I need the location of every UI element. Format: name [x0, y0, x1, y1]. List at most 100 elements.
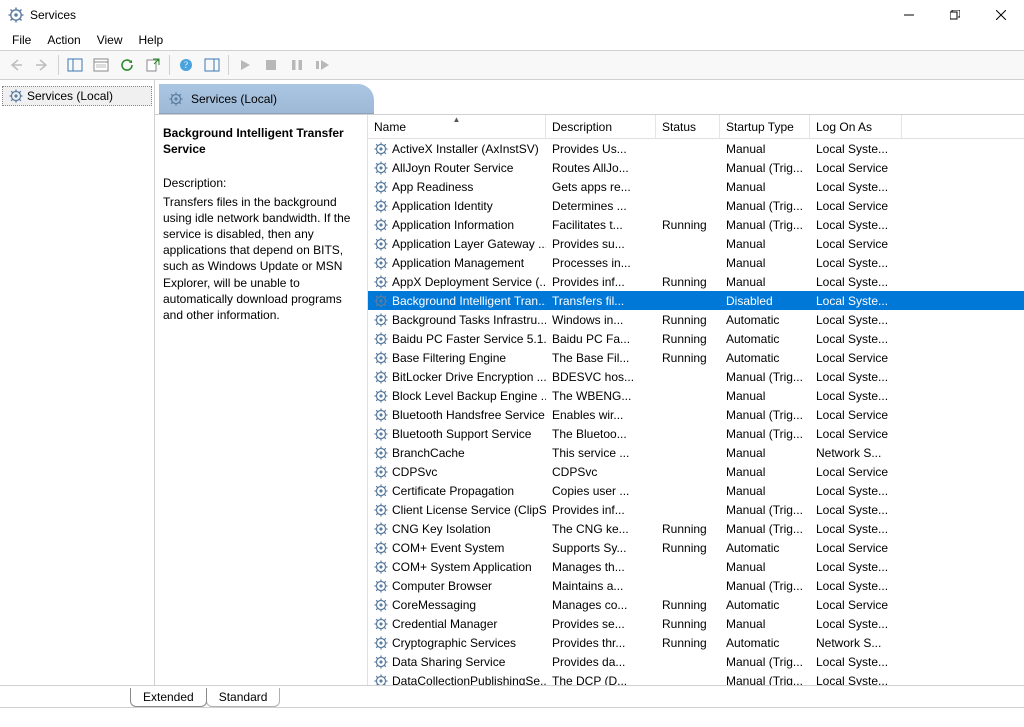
pause-service-button[interactable]	[285, 53, 309, 77]
service-row[interactable]: Computer Browser Maintains a... Manual (…	[368, 576, 1024, 595]
service-name: BitLocker Drive Encryption ...	[392, 370, 546, 384]
column-logon[interactable]: Log On As	[810, 115, 902, 138]
app-icon	[8, 7, 24, 23]
cell-startup: Automatic	[720, 598, 810, 612]
tab-standard[interactable]: Standard	[206, 688, 281, 707]
sort-ascending-icon: ▲	[453, 115, 461, 124]
service-icon	[374, 484, 388, 498]
stop-service-button[interactable]	[259, 53, 283, 77]
services-list-body[interactable]: ActiveX Installer (AxInstSV) Provides Us…	[368, 139, 1024, 685]
cell-startup: Manual (Trig...	[720, 408, 810, 422]
service-icon	[374, 199, 388, 213]
close-button[interactable]	[978, 0, 1024, 30]
toolbar-separator	[169, 55, 170, 75]
column-status[interactable]: Status	[656, 115, 720, 138]
service-icon	[374, 313, 388, 327]
export-list-button[interactable]	[141, 53, 165, 77]
cell-logon: Local Service	[810, 408, 902, 422]
service-row[interactable]: AppX Deployment Service (... Provides in…	[368, 272, 1024, 291]
menu-help[interactable]: Help	[131, 30, 172, 50]
help-button[interactable]: ?	[174, 53, 198, 77]
show-hide-console-tree-button[interactable]	[63, 53, 87, 77]
service-row[interactable]: Bluetooth Handsfree Service Enables wir.…	[368, 405, 1024, 424]
cell-logon: Local Syste...	[810, 142, 902, 156]
nav-forward-button[interactable]	[30, 53, 54, 77]
pause-icon	[292, 60, 302, 70]
cell-logon: Local Service	[810, 199, 902, 213]
cell-name: Computer Browser	[368, 579, 546, 593]
cell-logon: Local Syste...	[810, 275, 902, 289]
cell-description: Baidu PC Fa...	[546, 332, 656, 346]
nav-back-button[interactable]	[4, 53, 28, 77]
service-icon	[374, 446, 388, 460]
service-row[interactable]: Baidu PC Faster Service 5.1.... Baidu PC…	[368, 329, 1024, 348]
service-row[interactable]: CoreMessaging Manages co... Running Auto…	[368, 595, 1024, 614]
service-row[interactable]: AllJoyn Router Service Routes AllJo... M…	[368, 158, 1024, 177]
service-icon	[374, 465, 388, 479]
service-row[interactable]: Application Information Facilitates t...…	[368, 215, 1024, 234]
cell-status: Running	[656, 541, 720, 555]
service-icon	[374, 332, 388, 346]
maximize-restore-button[interactable]	[932, 0, 978, 30]
service-row[interactable]: Application Identity Determines ... Manu…	[368, 196, 1024, 215]
service-icon	[374, 256, 388, 270]
console-tree: Services (Local)	[0, 80, 155, 685]
service-row[interactable]: COM+ System Application Manages th... Ma…	[368, 557, 1024, 576]
cell-description: Transfers fil...	[546, 294, 656, 308]
cell-logon: Network S...	[810, 446, 902, 460]
service-row[interactable]: BitLocker Drive Encryption ... BDESVC ho…	[368, 367, 1024, 386]
service-row[interactable]: Credential Manager Provides se... Runnin…	[368, 614, 1024, 633]
service-name: Application Identity	[392, 199, 493, 213]
service-row[interactable]: Application Layer Gateway ... Provides s…	[368, 234, 1024, 253]
service-row[interactable]: Block Level Backup Engine ... The WBENG.…	[368, 386, 1024, 405]
toolbar-separator	[228, 55, 229, 75]
service-row[interactable]: Background Tasks Infrastru... Windows in…	[368, 310, 1024, 329]
toolbar: ?	[0, 50, 1024, 80]
service-row[interactable]: Application Management Processes in... M…	[368, 253, 1024, 272]
service-row[interactable]: DataCollectionPublishingSe... The DCP (D…	[368, 671, 1024, 685]
service-row[interactable]: Certificate Propagation Copies user ... …	[368, 481, 1024, 500]
menu-action[interactable]: Action	[39, 30, 88, 50]
cell-name: Application Information	[368, 218, 546, 232]
cell-description: Provides Us...	[546, 142, 656, 156]
tree-root-item[interactable]: Services (Local)	[2, 86, 152, 106]
minimize-button[interactable]	[886, 0, 932, 30]
service-row[interactable]: Base Filtering Engine The Base Fil... Ru…	[368, 348, 1024, 367]
tab-extended[interactable]: Extended	[130, 688, 207, 707]
service-row[interactable]: Bluetooth Support Service The Bluetoo...…	[368, 424, 1024, 443]
service-row[interactable]: CDPSvc CDPSvc Manual Local Service	[368, 462, 1024, 481]
refresh-button[interactable]	[115, 53, 139, 77]
service-row[interactable]: App Readiness Gets apps re... Manual Loc…	[368, 177, 1024, 196]
column-logon-label: Log On As	[816, 120, 872, 134]
cell-startup: Manual	[720, 389, 810, 403]
menu-view[interactable]: View	[89, 30, 131, 50]
cell-name: ActiveX Installer (AxInstSV)	[368, 142, 546, 156]
properties-button[interactable]	[89, 53, 113, 77]
description-label: Description:	[163, 175, 359, 191]
cell-logon: Local Syste...	[810, 389, 902, 403]
show-hide-action-pane-button[interactable]	[200, 53, 224, 77]
column-startup[interactable]: Startup Type	[720, 115, 810, 138]
service-row[interactable]: Background Intelligent Tran... Transfers…	[368, 291, 1024, 310]
service-row[interactable]: Data Sharing Service Provides da... Manu…	[368, 652, 1024, 671]
service-row[interactable]: Client License Service (ClipS... Provide…	[368, 500, 1024, 519]
service-row[interactable]: CNG Key Isolation The CNG ke... Running …	[368, 519, 1024, 538]
cell-description: This service ...	[546, 446, 656, 460]
cell-description: Provides su...	[546, 237, 656, 251]
service-row[interactable]: Cryptographic Services Provides thr... R…	[368, 633, 1024, 652]
service-row[interactable]: BranchCache This service ... Manual Netw…	[368, 443, 1024, 462]
cell-name: Credential Manager	[368, 617, 546, 631]
service-row[interactable]: COM+ Event System Supports Sy... Running…	[368, 538, 1024, 557]
cell-startup: Manual (Trig...	[720, 674, 810, 686]
column-name[interactable]: Name ▲	[368, 115, 546, 138]
restart-service-button[interactable]	[311, 53, 335, 77]
service-row[interactable]: ActiveX Installer (AxInstSV) Provides Us…	[368, 139, 1024, 158]
menu-file[interactable]: File	[4, 30, 39, 50]
start-service-button[interactable]	[233, 53, 257, 77]
column-description[interactable]: Description	[546, 115, 656, 138]
description-text: Transfers files in the background using …	[163, 194, 359, 324]
cell-logon: Network S...	[810, 636, 902, 650]
service-icon	[374, 161, 388, 175]
service-name: Bluetooth Handsfree Service	[392, 408, 545, 422]
svg-text:?: ?	[184, 60, 188, 70]
